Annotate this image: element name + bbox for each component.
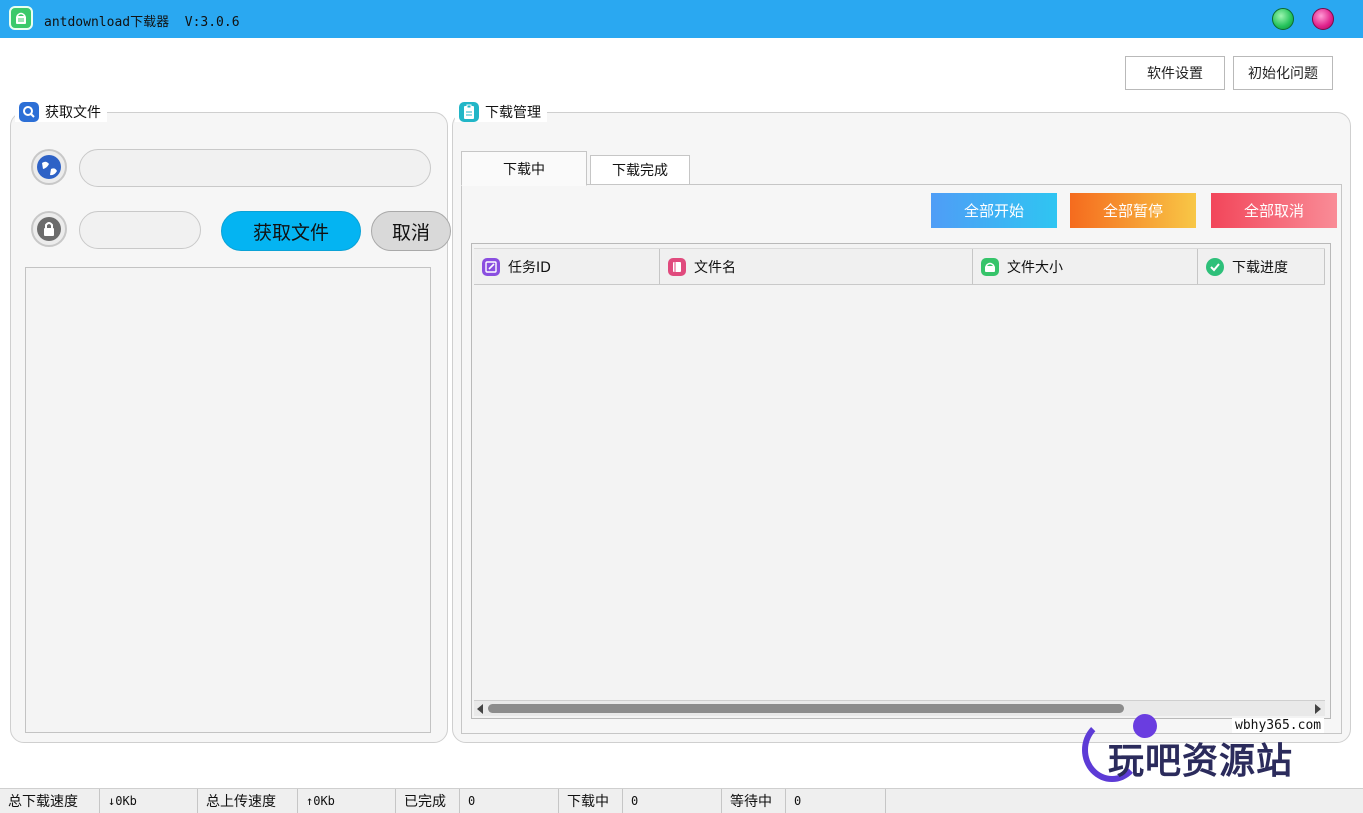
search-icon [19,102,39,122]
download-speed-label: 总下载速度 [0,789,100,813]
download-table[interactable]: 任务ID 文件名 文件大小 下载进度 [471,243,1331,719]
upload-speed-value: ↑0Kb [298,789,396,813]
scroll-right-icon[interactable] [1315,704,1321,714]
start-all-button[interactable]: 全部开始 [931,193,1057,228]
software-settings-button[interactable]: 软件设置 [1125,56,1225,90]
lock-icon [31,211,67,247]
column-file-name[interactable]: 文件名 [660,249,973,284]
password-input[interactable] [79,211,201,249]
cancel-button[interactable]: 取消 [371,211,451,251]
table-header: 任务ID 文件名 文件大小 下载进度 [474,248,1325,285]
app-version: V:3.0.6 [184,15,240,30]
downloading-label: 下载中 [559,789,623,813]
watermark-url: wbhy365.com [1232,718,1325,733]
column-label: 下载进度 [1232,259,1288,276]
fetch-panel-title: 获取文件 [45,105,101,121]
edit-icon [482,257,500,276]
cancel-all-button[interactable]: 全部取消 [1211,193,1337,228]
horizontal-scrollbar[interactable] [474,700,1325,716]
app-name: antdownload下载器 [44,15,170,30]
download-manager-panel: 下载管理 下载中 下载完成 全部开始 全部暂停 全部取消 任务ID 文件名 文件… [452,102,1351,743]
minimize-button[interactable] [1272,8,1294,30]
scrollbar-thumb[interactable] [488,704,1124,713]
status-bar: 总下载速度 ↓0Kb 总上传速度 ↑0Kb 已完成 0 下载中 0 等待中 0 [0,788,1363,813]
waiting-label: 等待中 [722,789,786,813]
pause-all-button[interactable]: 全部暂停 [1070,193,1196,228]
downloading-count: 0 [623,789,722,813]
file-list[interactable] [25,267,431,733]
check-icon [1206,257,1224,276]
completed-count: 0 [460,789,559,813]
fetch-panel-header: 获取文件 [15,102,107,122]
download-speed-value: ↓0Kb [100,789,198,813]
waiting-count: 0 [786,789,886,813]
storage-icon [981,257,999,276]
clipboard-icon [459,102,479,122]
book-icon [668,257,686,276]
download-panel-title: 下载管理 [485,105,541,121]
tab-downloading[interactable]: 下载中 [461,151,587,186]
upload-speed-label: 总上传速度 [198,789,298,813]
column-label: 文件大小 [1007,259,1063,276]
fetch-files-button[interactable]: 获取文件 [221,211,361,251]
init-problems-button[interactable]: 初始化问题 [1233,56,1333,90]
download-panel-header: 下载管理 [455,102,547,122]
tab-completed[interactable]: 下载完成 [590,155,690,185]
window-title: antdownload下载器 V:3.0.6 [44,11,240,30]
completed-label: 已完成 [396,789,460,813]
fetch-files-panel: 获取文件 获取文件 取消 [10,102,451,743]
column-progress[interactable]: 下载进度 [1198,249,1325,284]
close-button[interactable] [1312,8,1334,30]
title-bar: antdownload下载器 V:3.0.6 [0,0,1363,38]
watermark-brand: 玩吧资源站 [1108,741,1294,782]
globe-icon [31,149,67,185]
downloading-tab-panel: 全部开始 全部暂停 全部取消 任务ID 文件名 文件大小 下载进度 [461,184,1342,734]
app-logo-icon [9,6,33,30]
scroll-left-icon[interactable] [477,704,483,714]
column-label: 文件名 [694,259,736,276]
column-task-id[interactable]: 任务ID [474,249,660,284]
column-label: 任务ID [508,259,551,276]
column-file-size[interactable]: 文件大小 [973,249,1198,284]
url-input[interactable] [79,149,431,187]
